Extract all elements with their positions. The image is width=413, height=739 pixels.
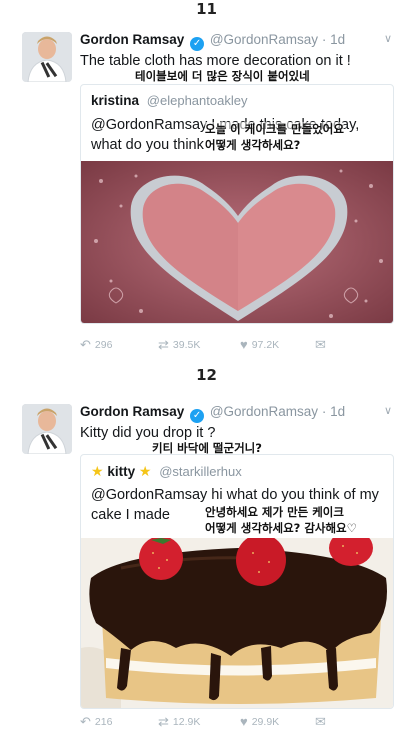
- tweet-time[interactable]: · 1d: [322, 404, 345, 419]
- quoted-translation-line1: 안녕하세요 제가 만든 케이크: [205, 505, 344, 519]
- translation-caption: 테이블보에 더 많은 장식이 붙어있네: [135, 69, 310, 83]
- reply-action[interactable]: ↶ 296: [80, 337, 112, 353]
- retweet-action[interactable]: ⇄ 39.5K: [158, 337, 200, 353]
- retweet-action[interactable]: ⇄ 12.9K: [158, 714, 200, 730]
- verified-badge-icon: ✓: [190, 37, 205, 51]
- dm-action[interactable]: ✉: [315, 714, 326, 730]
- author-handle[interactable]: @GordonRamsay: [210, 32, 318, 47]
- reply-icon[interactable]: ↶: [80, 337, 91, 353]
- quoted-author-name: kitty: [107, 464, 136, 479]
- like-action[interactable]: ♥ 97.2K: [240, 337, 279, 352]
- quoted-translation-line1: 오늘 이 케이크를 만들었어요: [205, 122, 344, 136]
- author-name[interactable]: Gordon Ramsay: [80, 404, 184, 419]
- verified-badge-icon: ✓: [190, 409, 205, 423]
- author-name[interactable]: Gordon Ramsay: [80, 32, 184, 47]
- quoted-author-handle: @starkillerhux: [159, 464, 242, 479]
- author-handle[interactable]: @GordonRamsay: [210, 404, 318, 419]
- quoted-translation-line2: 어떻게 생각하세요? 감사해요♡: [205, 521, 357, 535]
- quoted-translation-line2: 어떻게 생각하세요?: [205, 138, 301, 152]
- envelope-icon[interactable]: ✉: [315, 714, 326, 730]
- heart-icon[interactable]: ♥: [240, 337, 248, 352]
- tweet-text: The table cloth has more decoration on i…: [80, 53, 351, 69]
- quoted-author-name: kristina: [91, 93, 140, 108]
- heart-icon[interactable]: ♥: [240, 714, 248, 729]
- star-emoji-icon: ★: [138, 463, 152, 479]
- tweet-actions: ↶ 296 ⇄ 39.5K ♥ 97.2K ✉: [80, 337, 394, 355]
- cake-photo[interactable]: [81, 538, 393, 708]
- dm-action[interactable]: ✉: [315, 337, 326, 353]
- avatar[interactable]: [22, 32, 72, 82]
- chevron-down-icon[interactable]: ∨: [384, 32, 392, 45]
- chevron-down-icon[interactable]: ∨: [384, 404, 392, 417]
- quoted-author: ★ kitty ★ @starkillerhux: [91, 463, 242, 480]
- cake-photo[interactable]: [81, 161, 393, 323]
- like-action[interactable]: ♥ 29.9K: [240, 714, 279, 729]
- tweet-actions: ↶ 216 ⇄ 12.9K ♥ 29.9K ✉: [80, 714, 394, 732]
- like-count: 29.9K: [251, 715, 280, 728]
- quoted-author: kristina @elephantoakley: [91, 93, 247, 108]
- envelope-icon[interactable]: ✉: [315, 337, 326, 353]
- reply-action[interactable]: ↶ 216: [80, 714, 112, 730]
- like-count: 97.2K: [251, 338, 280, 351]
- quoted-tweet[interactable]: kristina @elephantoakley @GordonRamsay I…: [80, 84, 394, 324]
- tweet-card[interactable]: Gordon Ramsay ✓ @GordonRamsay · 1d ∨ Kit…: [22, 404, 394, 734]
- reply-count: 216: [94, 716, 113, 728]
- tweet-text: Kitty did you drop it ?: [80, 425, 216, 441]
- retweet-count: 39.5K: [172, 339, 201, 351]
- star-emoji-icon: ★: [91, 463, 104, 479]
- section-number: 12: [196, 366, 217, 384]
- tweet-header: Gordon Ramsay ✓ @GordonRamsay · 1d ∨: [80, 404, 392, 423]
- retweet-icon[interactable]: ⇄: [158, 337, 169, 353]
- avatar[interactable]: [22, 404, 72, 454]
- tweet-card[interactable]: Gordon Ramsay ✓ @GordonRamsay · 1d ∨ The…: [22, 32, 394, 357]
- translation-caption: 키티 바닥에 떨군거니?: [152, 441, 262, 455]
- retweet-count: 12.9K: [172, 716, 201, 728]
- quoted-tweet[interactable]: ★ kitty ★ @starkillerhux @GordonRamsay h…: [80, 454, 394, 709]
- section-number: 11: [196, 0, 217, 18]
- reply-icon[interactable]: ↶: [80, 714, 91, 730]
- tweet-header: Gordon Ramsay ✓ @GordonRamsay · 1d ∨: [80, 32, 392, 51]
- quoted-author-handle: @elephantoakley: [146, 93, 248, 108]
- reply-count: 296: [94, 339, 113, 351]
- tweet-time[interactable]: · 1d: [322, 32, 345, 47]
- retweet-icon[interactable]: ⇄: [158, 714, 169, 730]
